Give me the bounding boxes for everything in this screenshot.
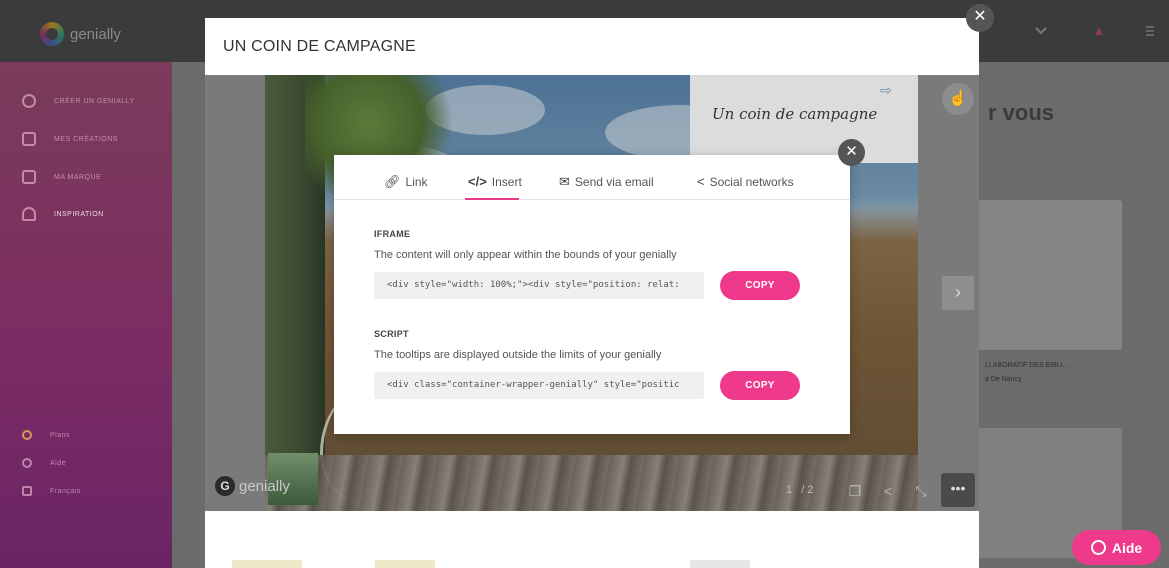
preview-title: UN COIN DE CAMPAGNE bbox=[223, 38, 416, 55]
script-code-field[interactable]: <div class="container-wrapper-genially" … bbox=[374, 372, 704, 399]
help-button-label: Aide bbox=[1111, 539, 1143, 556]
hand-pointer-icon[interactable]: ☝ bbox=[942, 83, 974, 115]
copy-iframe-button[interactable]: COPY bbox=[720, 271, 800, 300]
copy-script-button[interactable]: COPY bbox=[720, 371, 800, 400]
sidebar-item-brand[interactable]: MA MARQUE bbox=[22, 170, 101, 184]
rocks-layer bbox=[265, 455, 918, 511]
tab-label: Insert bbox=[491, 174, 522, 189]
sidebar-item-label: MA MARQUE bbox=[54, 173, 102, 181]
genially-watermark[interactable]: G genially bbox=[215, 476, 290, 496]
more-options-button[interactable]: ••• bbox=[941, 473, 975, 507]
preview-close-button[interactable]: ✕ bbox=[966, 4, 994, 32]
background-card[interactable] bbox=[960, 200, 1122, 350]
duplicate-icon[interactable]: ❐ bbox=[840, 476, 870, 506]
chat-icon bbox=[22, 486, 32, 496]
help-button[interactable]: Aide bbox=[1072, 530, 1161, 565]
watermark-text: genially bbox=[239, 477, 290, 495]
inspiration-icon bbox=[22, 207, 36, 221]
script-heading: SCRIPT bbox=[374, 329, 409, 339]
background-card-title: LLABORATIF DES BIBLI... bbox=[985, 362, 1069, 369]
tab-social[interactable]: < Social networks bbox=[697, 174, 794, 189]
tab-email[interactable]: ✉ Send via email bbox=[559, 174, 654, 190]
code-icon: </> bbox=[468, 174, 487, 189]
background-heading: r vous bbox=[988, 100, 1055, 125]
tab-label: Send via email bbox=[574, 175, 654, 189]
plus-icon bbox=[22, 94, 36, 108]
genially-logo-icon: G bbox=[215, 476, 235, 496]
sidebar-item-help[interactable]: Aide bbox=[22, 458, 66, 468]
page-total: / 2 bbox=[801, 484, 814, 496]
share-icon: < bbox=[697, 174, 705, 189]
notification-icon[interactable] bbox=[1092, 26, 1106, 36]
arrow-icon: ⇨ bbox=[880, 82, 892, 98]
tab-insert[interactable]: </> Insert bbox=[468, 174, 522, 189]
footer-decoration bbox=[690, 560, 750, 568]
dialog-close-button[interactable]: ✕ bbox=[838, 139, 865, 166]
background-card-subtitle: a De Nancy bbox=[985, 376, 1022, 383]
link-icon: 🔗︎ bbox=[384, 174, 401, 189]
preview-header: UN COIN DE CAMPAGNE bbox=[205, 18, 979, 75]
sidebar-item-plans[interactable]: Plans bbox=[22, 430, 70, 440]
iframe-heading: IFRAME bbox=[374, 229, 411, 239]
genially-logo[interactable]: genially bbox=[40, 22, 121, 46]
sidebar-item-label: CRÉER UN GENIALLY bbox=[54, 97, 135, 105]
tab-label: Social networks bbox=[709, 174, 794, 189]
brand-icon bbox=[22, 170, 36, 184]
folder-icon bbox=[22, 132, 36, 146]
menu-icon[interactable] bbox=[1143, 26, 1157, 36]
mail-icon: ✉ bbox=[559, 174, 570, 189]
title-note-text: Un coin de campagne bbox=[712, 105, 878, 123]
page-indicator: 1 / 2 bbox=[786, 484, 814, 496]
sidebar-item-creations[interactable]: MES CRÉATIONS bbox=[22, 132, 118, 146]
next-page-button[interactable]: › bbox=[942, 276, 974, 310]
sidebar-item-label: Plans bbox=[50, 431, 71, 439]
sidebar-item-label: Français bbox=[50, 487, 81, 495]
footer-decoration bbox=[232, 560, 302, 568]
genially-logo-icon bbox=[40, 22, 64, 46]
sidebar-item-language[interactable]: Français bbox=[22, 486, 81, 496]
tab-label: Link bbox=[405, 175, 428, 189]
share-tabs: 🔗︎ Link </> Insert ✉ Send via email < So… bbox=[334, 155, 850, 200]
share-dialog: 🔗︎ Link </> Insert ✉ Send via email < So… bbox=[334, 155, 850, 434]
fullscreen-icon[interactable]: ⤡ bbox=[906, 476, 936, 506]
sidebar-item-label: MES CRÉATIONS bbox=[54, 135, 118, 143]
sidebar-item-inspiration[interactable]: INSPIRATION bbox=[22, 207, 104, 221]
help-circle-icon bbox=[22, 458, 32, 468]
share-icon[interactable]: < bbox=[873, 476, 903, 506]
logo-text: genially bbox=[70, 25, 121, 43]
active-tab-indicator bbox=[465, 198, 519, 200]
sidebar-item-label: INSPIRATION bbox=[54, 210, 104, 218]
tab-link[interactable]: 🔗︎ Link bbox=[384, 174, 428, 190]
footer-decoration bbox=[375, 560, 435, 568]
chat-bubble-icon bbox=[1090, 540, 1106, 555]
iframe-code-field[interactable]: <div style="width: 100%;"><div style="po… bbox=[374, 272, 704, 299]
star-icon bbox=[22, 430, 32, 440]
iframe-description: The content will only appear within the … bbox=[374, 249, 677, 261]
preview-footer bbox=[205, 511, 979, 568]
sidebar-item-create[interactable]: CRÉER UN GENIALLY bbox=[22, 94, 135, 108]
sidebar: CRÉER UN GENIALLY MES CRÉATIONS MA MARQU… bbox=[0, 62, 172, 568]
script-description: The tooltips are displayed outside the l… bbox=[374, 349, 662, 361]
chevron-down-icon[interactable] bbox=[1034, 26, 1048, 36]
page-current: 1 bbox=[786, 484, 793, 496]
sidebar-item-label: Aide bbox=[50, 459, 67, 467]
